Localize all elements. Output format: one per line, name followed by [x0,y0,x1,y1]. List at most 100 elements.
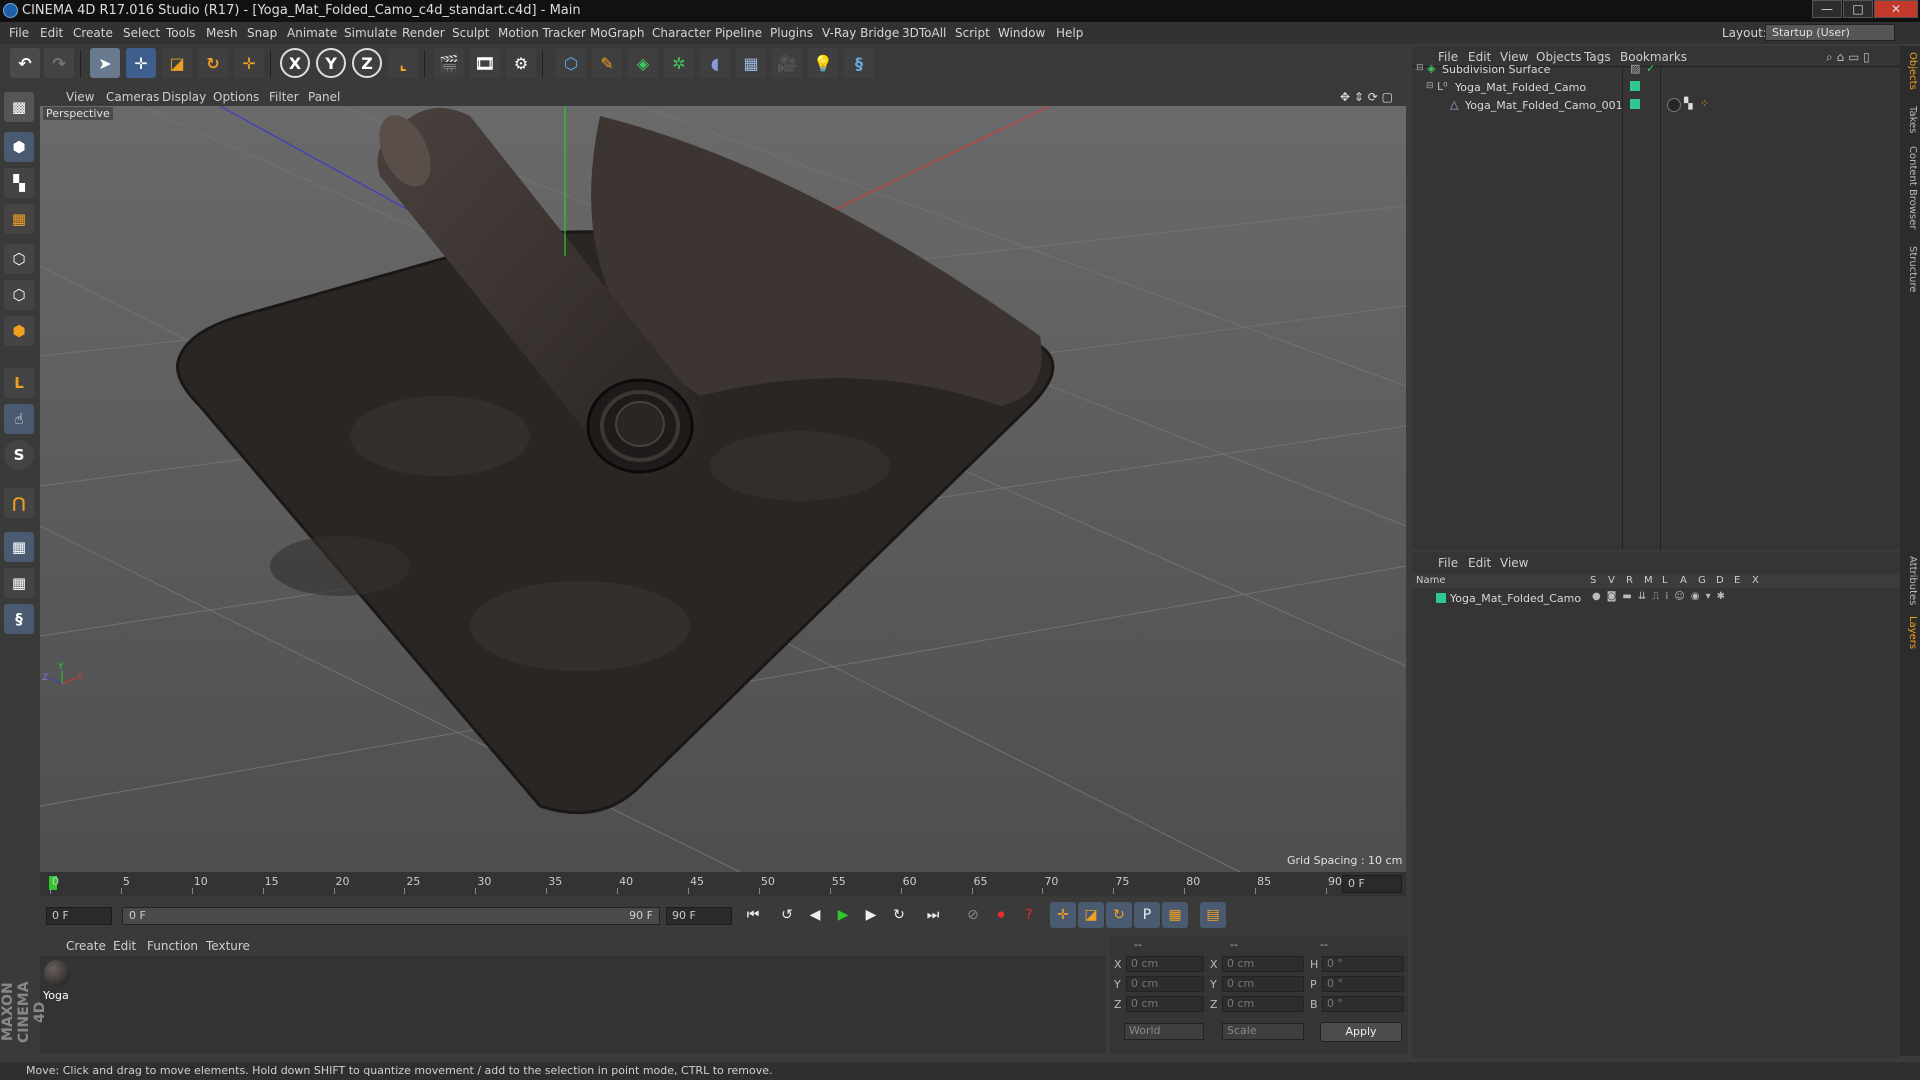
menu-tools[interactable]: Tools [166,26,196,40]
start-frame-field[interactable]: 0 F [46,907,112,925]
layer-color-swatch[interactable] [1436,593,1446,603]
render-view-icon[interactable]: 🎬 [434,48,464,78]
undo-icon[interactable]: ↶ [10,48,40,78]
timeline-ruler[interactable]: 0 5 10 15 20 25 30 35 40 45 50 55 60 65 70 75 80 85 90 0 F [40,872,1406,896]
menu-edit[interactable]: Edit [40,26,63,40]
layers-menu-file[interactable]: File [1438,556,1458,570]
magnet-icon[interactable]: ⋂ [4,488,34,518]
rotate-key-icon[interactable]: ↻ [1106,902,1132,928]
edges-mode-icon[interactable]: ⬡ [4,280,34,310]
tab-attributes[interactable]: Attributes [1902,556,1918,605]
material-menu-create[interactable]: Create [66,939,106,953]
move-key-icon[interactable]: ✛ [1050,902,1076,928]
render-picture-viewer-icon[interactable]: 🎞 [470,48,500,78]
scale-icon[interactable]: ◪ [162,48,192,78]
move-icon[interactable]: ✛ [126,48,156,78]
param-key-icon[interactable]: P [1134,902,1160,928]
menu-animate[interactable]: Animate [287,26,337,40]
coordinate-system-icon[interactable]: ⌞ [388,48,418,78]
viewport-menu-display[interactable]: Display [162,90,206,104]
material-menu-edit[interactable]: Edit [113,939,136,953]
apply-button[interactable]: Apply [1320,1022,1402,1042]
enabled-check-icon[interactable]: ✓ [1646,62,1655,75]
menu-mograph[interactable]: MoGraph [590,26,645,40]
material-menu-function[interactable]: Function [147,939,198,953]
material-tag-icon[interactable] [1667,98,1681,112]
tab-content-browser[interactable]: Content Browser [1902,146,1918,229]
menu-snap[interactable]: Snap [247,26,277,40]
menu-simulate[interactable]: Simulate [344,26,397,40]
maximize-button[interactable]: □ [1843,0,1873,18]
end-frame-field[interactable]: 90 F [666,907,732,925]
layer-color-swatch[interactable] [1630,81,1640,91]
workplane-icon[interactable]: ▦ [4,204,34,234]
y-axis-icon[interactable]: Y [316,48,346,78]
object-row-yoga-mat[interactable]: ⊟ L⁰ Yoga_Mat_Folded_Camo [1412,78,1900,96]
pen-spline-icon[interactable]: ✎ [592,48,622,78]
timeline-icon[interactable]: ▤ [1200,902,1226,928]
autokey-icon[interactable]: ? [1016,902,1042,928]
viewport-nav-icon[interactable]: ✥ ⇕ ⟳ ▢ [1340,90,1393,104]
menu-file[interactable]: File [9,26,29,40]
size-x-field[interactable]: 0 cm [1222,956,1304,972]
layers-menu-edit[interactable]: Edit [1468,556,1491,570]
menu-character[interactable]: Character [652,26,711,40]
menu-select[interactable]: Select [123,26,160,40]
minimize-button[interactable]: — [1812,0,1842,18]
layout-select[interactable]: Startup (User) [1765,24,1895,41]
next-key-icon[interactable]: ↻ [886,902,912,928]
step-forward-icon[interactable]: ▶ [858,902,884,928]
soft-select-icon[interactable]: ▦ [4,568,34,598]
snap-icon[interactable]: S [4,440,34,470]
size-z-field[interactable]: 0 cm [1222,996,1304,1012]
python-icon[interactable]: § [844,48,874,78]
menu-3dtoall[interactable]: 3DToAll [902,26,946,40]
mograph-icon[interactable]: ✲ [664,48,694,78]
object-row-yoga-mat-001[interactable]: △ Yoga_Mat_Folded_Camo_001 ▚ ⁘ [1412,96,1900,114]
python-script-icon[interactable]: § [4,604,34,634]
points-mode-icon[interactable]: ⬡ [4,244,34,274]
rotate-icon[interactable]: ↻ [198,48,228,78]
select-arrow-icon[interactable]: ➤ [90,48,120,78]
grid-lock-icon[interactable]: ▦ [4,532,34,562]
menu-vray-bridge[interactable]: V-Ray Bridge [822,26,899,40]
tab-structure[interactable]: Structure [1902,246,1918,293]
viewport-menu-options[interactable]: Options [213,90,259,104]
tab-objects[interactable]: Objects [1902,52,1918,90]
deformer-icon[interactable]: ◖ [700,48,730,78]
menu-plugins[interactable]: Plugins [770,26,813,40]
position-x-field[interactable]: 0 cm [1126,956,1204,972]
material-menu-texture[interactable]: Texture [206,939,250,953]
add-icon[interactable]: ✛ [234,48,264,78]
texture-mode-icon[interactable]: ▚ [4,168,34,198]
z-axis-icon[interactable]: Z [352,48,382,78]
size-y-field[interactable]: 0 cm [1222,976,1304,992]
polygons-mode-icon[interactable]: ⬢ [4,316,34,346]
viewport-menu-panel[interactable]: Panel [308,90,340,104]
menu-help[interactable]: Help [1056,26,1083,40]
world-dropdown[interactable]: World [1124,1023,1204,1040]
record-off-icon[interactable]: ⊘ [960,902,986,928]
current-frame-field[interactable]: 0 F [1342,875,1402,893]
camera-icon[interactable]: 🎥 [772,48,802,78]
viewport[interactable]: Y X Z Perspective Grid Spacing : 10 cm [40,106,1406,872]
x-axis-icon[interactable]: X [280,48,310,78]
play-icon[interactable]: ▶ [830,902,856,928]
layer-color-swatch[interactable] [1630,99,1640,109]
rotation-p-field[interactable]: 0 ° [1322,976,1404,992]
material-name[interactable]: Yoga [43,989,69,1002]
position-z-field[interactable]: 0 cm [1126,996,1204,1012]
menu-script[interactable]: Script [955,26,990,40]
menu-window[interactable]: Window [998,26,1045,40]
make-editable-icon[interactable]: ▩ [4,92,34,122]
menu-motion-tracker[interactable]: Motion Tracker [498,26,586,40]
previous-key-icon[interactable]: ↺ [774,902,800,928]
cube-icon[interactable]: ⬡ [556,48,586,78]
rotation-h-field[interactable]: 0 ° [1322,956,1404,972]
menu-mesh[interactable]: Mesh [206,26,238,40]
light-icon[interactable]: 💡 [808,48,838,78]
step-back-icon[interactable]: ◀ [802,902,828,928]
phong-tag-icon[interactable]: ⁘ [1700,97,1709,110]
rotation-b-field[interactable]: 0 ° [1322,996,1404,1012]
viewport-menu-view[interactable]: View [66,90,94,104]
